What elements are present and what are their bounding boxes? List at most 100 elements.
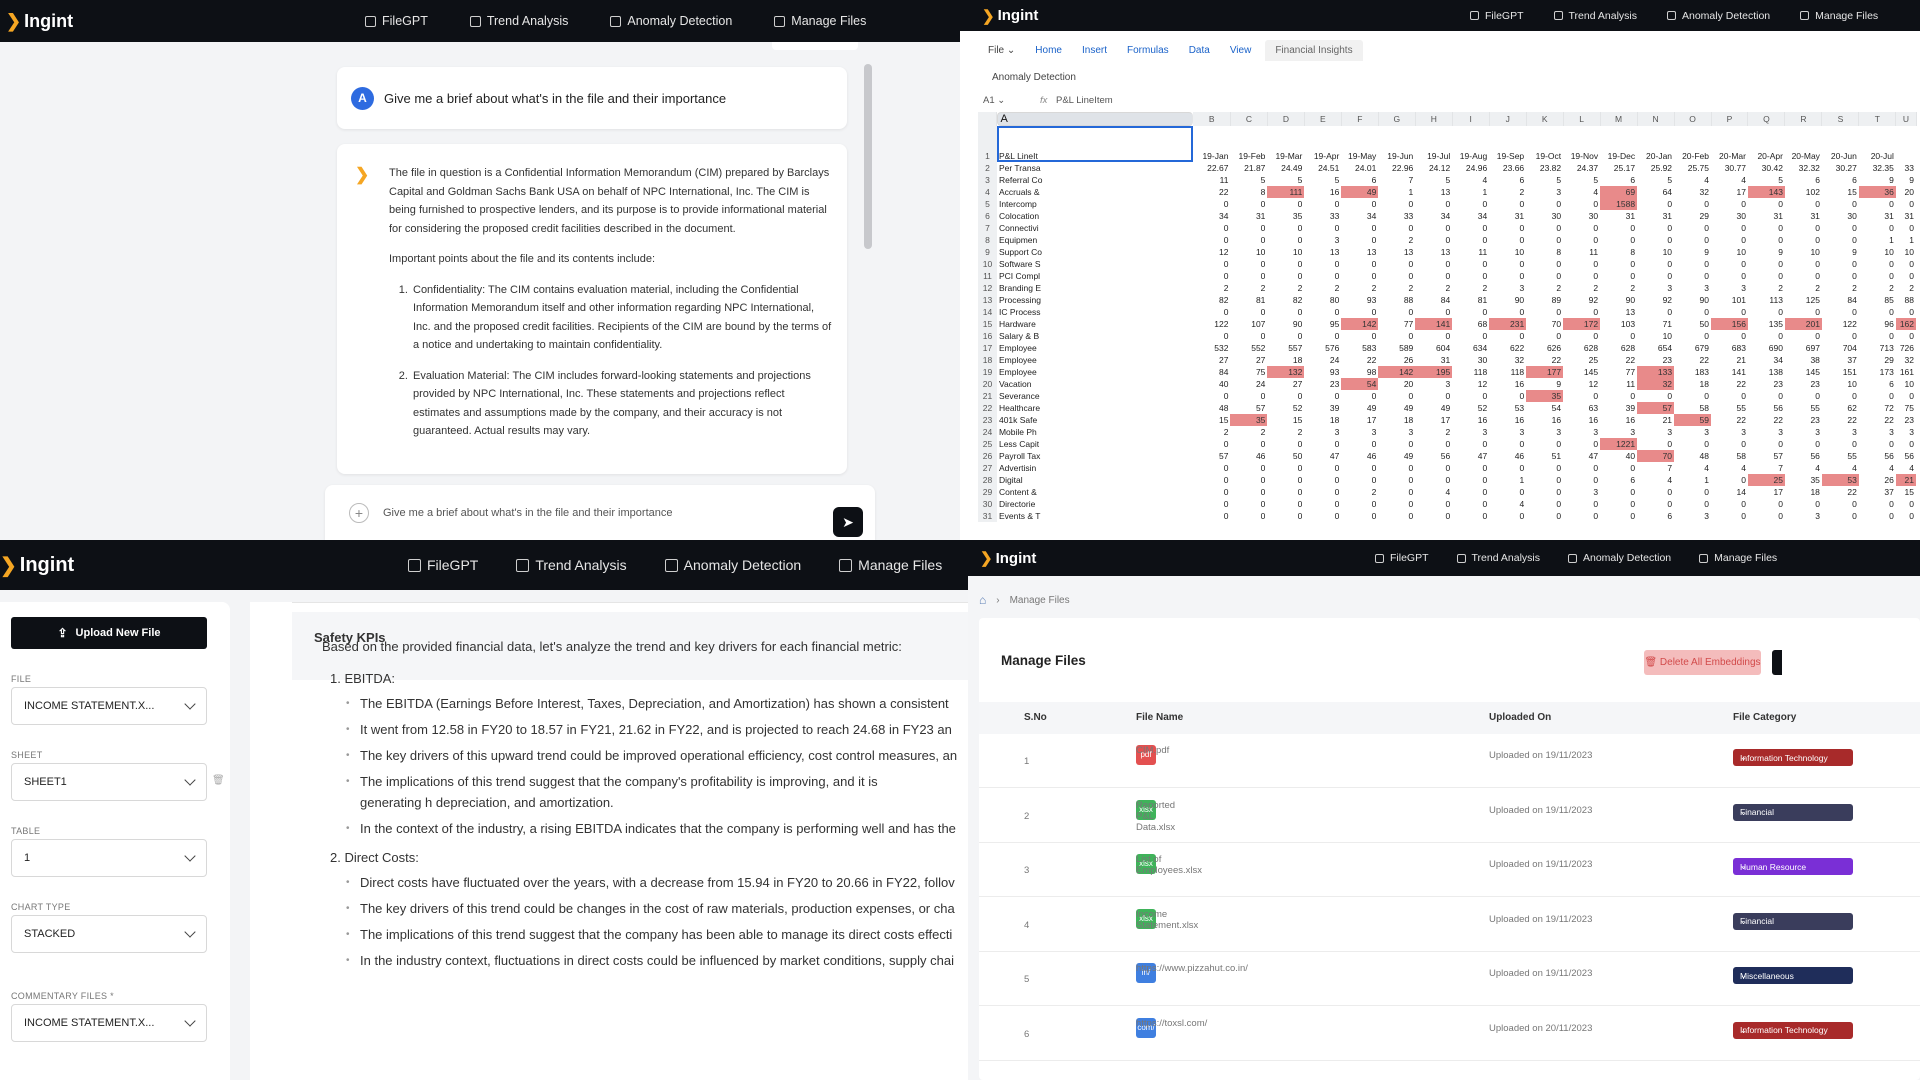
value-cell[interactable]: 0 xyxy=(1304,462,1341,474)
value-cell[interactable]: 2 xyxy=(1230,282,1267,294)
value-cell[interactable]: 18 xyxy=(1304,414,1341,426)
header-cell[interactable]: 19-Nov xyxy=(1563,126,1600,162)
line-item-cell[interactable]: Branding E xyxy=(997,282,1194,294)
row-number[interactable]: 10 xyxy=(978,258,997,270)
value-cell[interactable]: 0 xyxy=(1711,498,1748,510)
value-cell[interactable]: 0 xyxy=(1415,462,1452,474)
value-cell[interactable]: 82 xyxy=(1267,294,1304,306)
line-item-cell[interactable]: PCI Compl xyxy=(997,270,1194,282)
value-cell[interactable]: 0 xyxy=(1304,498,1341,510)
value-cell[interactable]: 0 xyxy=(1489,390,1526,402)
value-cell[interactable]: 75 xyxy=(1896,402,1916,414)
value-cell[interactable]: 0 xyxy=(1193,222,1230,234)
value-cell[interactable]: 0 xyxy=(1341,306,1378,318)
anomaly-cell[interactable]: 53 xyxy=(1821,474,1859,486)
row-number[interactable]: 7 xyxy=(978,222,997,234)
ribbon-tab-view[interactable]: View xyxy=(1230,45,1252,56)
anomaly-cell[interactable]: 1221 xyxy=(1600,438,1638,450)
value-cell[interactable]: 40 xyxy=(1600,450,1637,462)
value-cell[interactable]: 0 xyxy=(1600,510,1637,522)
value-cell[interactable]: 0 xyxy=(1896,438,1916,450)
value-cell[interactable]: 57 xyxy=(1193,450,1230,462)
nav-trend-analysis[interactable]: Trend Analysis xyxy=(1553,10,1637,22)
row-number[interactable]: 23 xyxy=(978,414,997,426)
value-cell[interactable]: 63 xyxy=(1563,402,1600,414)
value-cell[interactable]: 0 xyxy=(1415,222,1452,234)
value-cell[interactable]: 0 xyxy=(1896,390,1916,402)
value-cell[interactable]: 3 xyxy=(1637,426,1674,438)
value-cell[interactable]: 31 xyxy=(1785,210,1822,222)
value-cell[interactable]: 0 xyxy=(1600,498,1637,510)
value-cell[interactable]: 0 xyxy=(1267,258,1304,270)
row-number[interactable]: 9 xyxy=(978,246,997,258)
value-cell[interactable]: 0 xyxy=(1674,198,1711,210)
anomaly-cell[interactable]: 1588 xyxy=(1600,198,1638,210)
value-cell[interactable]: 7 xyxy=(1378,174,1415,186)
column-header[interactable]: U xyxy=(1895,112,1917,126)
column-header[interactable]: A xyxy=(997,112,1194,126)
value-cell[interactable]: 0 xyxy=(1674,306,1711,318)
value-cell[interactable]: 30.42 xyxy=(1748,162,1785,174)
value-cell[interactable]: 0 xyxy=(1822,258,1859,270)
value-cell[interactable] xyxy=(1916,354,1920,366)
value-cell[interactable]: 0 xyxy=(1193,462,1230,474)
value-cell[interactable]: 0 xyxy=(1193,234,1230,246)
value-cell[interactable]: 90 xyxy=(1674,294,1711,306)
value-cell[interactable]: 0 xyxy=(1785,330,1822,342)
value-cell[interactable]: 13 xyxy=(1341,246,1378,258)
value-cell[interactable]: 0 xyxy=(1563,510,1600,522)
anomaly-cell[interactable]: 25 xyxy=(1747,474,1785,486)
row-number[interactable]: 28 xyxy=(978,474,997,486)
value-cell[interactable]: 32 xyxy=(1489,354,1526,366)
value-cell[interactable]: 13 xyxy=(1415,186,1452,198)
value-cell[interactable]: 2 xyxy=(1415,282,1452,294)
value-cell[interactable]: 0 xyxy=(1415,198,1452,210)
value-cell[interactable]: 654 xyxy=(1637,342,1674,354)
value-cell[interactable]: 183 xyxy=(1674,366,1711,378)
value-cell[interactable]: 50 xyxy=(1674,318,1711,330)
value-cell[interactable] xyxy=(1916,270,1920,282)
value-cell[interactable]: 4 xyxy=(1674,462,1711,474)
row-number[interactable]: 17 xyxy=(978,342,997,354)
value-cell[interactable] xyxy=(1916,450,1920,462)
value-cell[interactable]: 0 xyxy=(1267,234,1304,246)
value-cell[interactable]: 38 xyxy=(1785,354,1822,366)
value-cell[interactable]: 0 xyxy=(1415,258,1452,270)
value-cell[interactable]: 0 xyxy=(1785,258,1822,270)
value-cell[interactable]: 0 xyxy=(1341,258,1378,270)
delete-all-embeddings-button[interactable]: 🗑 Delete All Embeddings xyxy=(1644,650,1761,675)
value-cell[interactable]: 0 xyxy=(1193,306,1230,318)
value-cell[interactable]: 10 xyxy=(1637,330,1674,342)
value-cell[interactable]: 18 xyxy=(1378,414,1415,426)
value-cell[interactable]: 0 xyxy=(1378,198,1415,210)
value-cell[interactable]: 0 xyxy=(1193,474,1230,486)
value-cell[interactable]: 0 xyxy=(1489,306,1526,318)
line-item-cell[interactable]: Referral Co xyxy=(997,174,1194,186)
value-cell[interactable]: 3 xyxy=(1859,426,1896,438)
value-cell[interactable]: 0 xyxy=(1822,330,1859,342)
value-cell[interactable]: 68 xyxy=(1452,318,1489,330)
value-cell[interactable]: 0 xyxy=(1341,330,1378,342)
value-cell[interactable]: 0 xyxy=(1674,390,1711,402)
value-cell[interactable]: 9 xyxy=(1526,378,1563,390)
value-cell[interactable]: 89 xyxy=(1526,294,1563,306)
value-cell[interactable]: 161 xyxy=(1896,366,1916,378)
value-cell[interactable]: 23 xyxy=(1785,378,1822,390)
value-cell[interactable]: 0 xyxy=(1230,270,1267,282)
value-cell[interactable]: 12 xyxy=(1563,378,1600,390)
line-item-cell[interactable]: Processing xyxy=(997,294,1194,306)
column-header[interactable]: R xyxy=(1784,112,1823,126)
value-cell[interactable]: 95 xyxy=(1304,318,1341,330)
row-number[interactable]: 2 xyxy=(978,162,997,174)
value-cell[interactable]: 4 xyxy=(1637,474,1674,486)
value-cell[interactable]: 39 xyxy=(1304,402,1341,414)
value-cell[interactable]: 16 xyxy=(1600,414,1637,426)
value-cell[interactable] xyxy=(1916,366,1920,378)
value-cell[interactable]: 0 xyxy=(1563,234,1600,246)
value-cell[interactable]: 0 xyxy=(1526,510,1563,522)
value-cell[interactable]: 0 xyxy=(1415,474,1452,486)
value-cell[interactable]: 15 xyxy=(1822,186,1859,198)
value-cell[interactable]: 0 xyxy=(1230,306,1267,318)
attach-plus-icon[interactable]: + xyxy=(349,502,369,523)
value-cell[interactable]: 118 xyxy=(1489,366,1526,378)
